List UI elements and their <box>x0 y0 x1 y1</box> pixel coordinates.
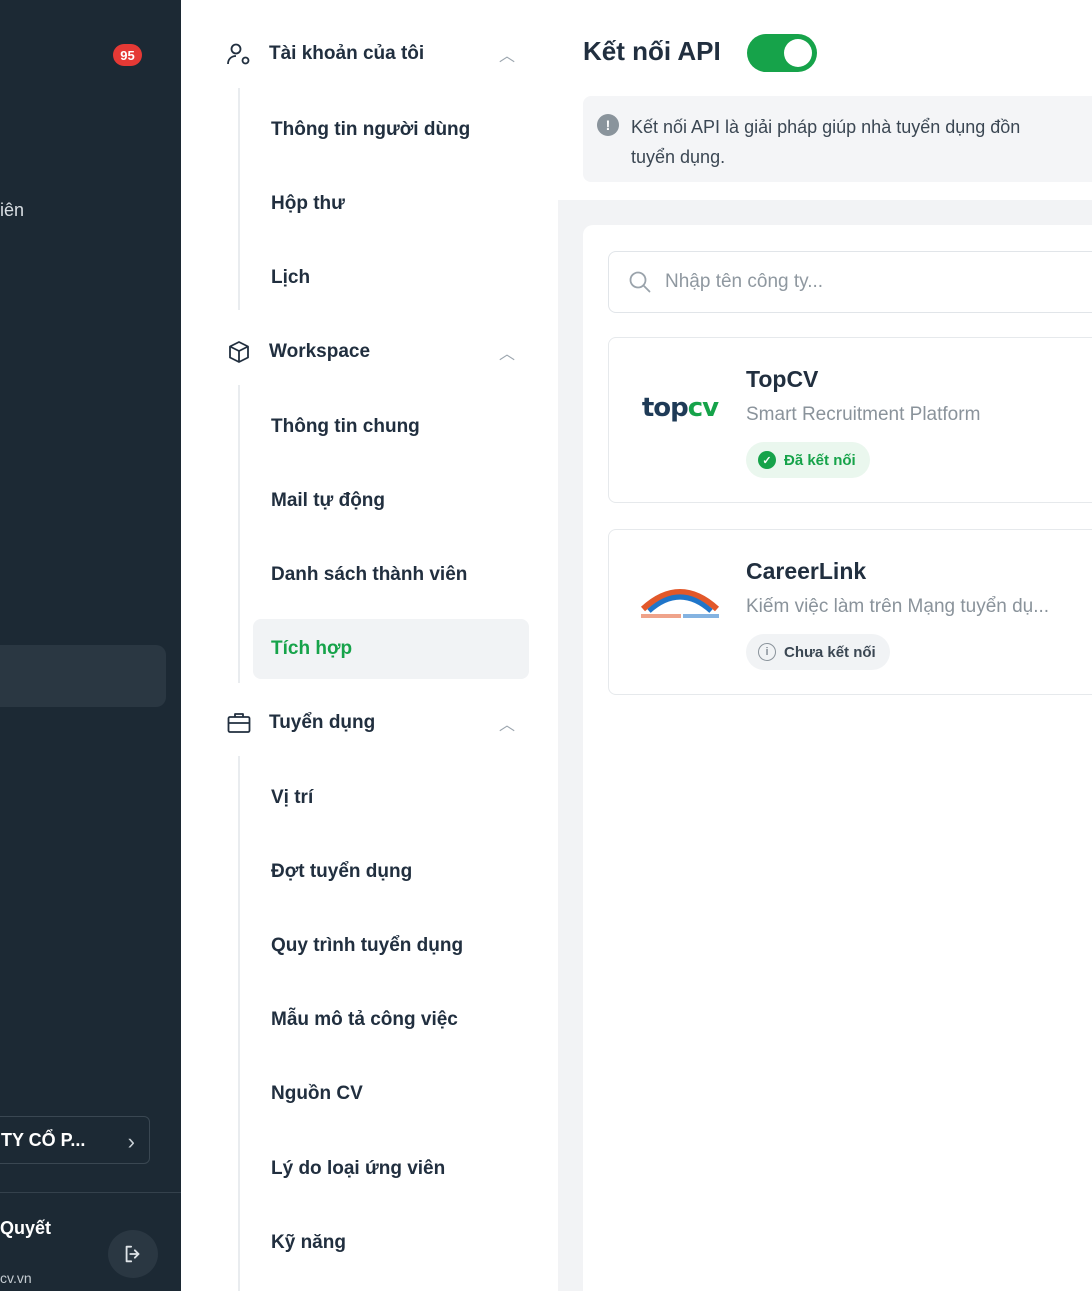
nav-group-workspace[interactable]: Workspace ︿ <box>225 338 515 366</box>
status-text: Đã kết nối <box>784 451 856 469</box>
logout-button[interactable] <box>108 1230 158 1278</box>
nav-item-members[interactable]: Danh sách thành viên <box>253 545 529 605</box>
nav-group-title: Tài khoản của tôi <box>269 43 425 64</box>
topcv-logo: topcv <box>641 393 719 423</box>
check-circle-icon: ✓ <box>758 451 776 469</box>
nav-group-title: Workspace <box>269 341 371 362</box>
nav-item-calendar[interactable]: Lịch <box>253 248 529 308</box>
logout-icon <box>125 1245 140 1263</box>
user-email: cv.vn <box>0 1270 32 1286</box>
nav-item-integration[interactable]: Tích hợp <box>253 619 529 679</box>
sidebar-divider <box>0 1192 181 1193</box>
info-circle-icon: i <box>758 643 776 661</box>
nav-group-title: Tuyển dụng <box>269 712 376 733</box>
settings-nav: Tài khoản của tôi ︿ Thông tin người dùng… <box>181 0 558 1291</box>
integrations-panel: topcv TopCV Smart Recruitment Platform ✓… <box>583 225 1092 1291</box>
info-icon: ! <box>597 114 619 136</box>
company-switcher-button[interactable]: TY CỔ P... › <box>0 1116 150 1164</box>
chevron-up-icon: ︿ <box>498 717 515 734</box>
nav-item-rejection-reasons[interactable]: Lý do loại ứng viên <box>253 1139 529 1199</box>
nav-item-skills[interactable]: Kỹ năng <box>253 1213 529 1273</box>
nav-item-position[interactable]: Vị trí <box>253 768 529 828</box>
nav-item-cv-source[interactable]: Nguồn CV <box>253 1064 529 1124</box>
nav-item-recruitment-process[interactable]: Quy trình tuyển dụng <box>253 916 529 976</box>
app-root: 95 iên TY CỔ P... › Quyết cv.vn Tài khoả… <box>0 0 1092 1291</box>
user-settings-icon <box>225 40 253 68</box>
nav-item-auto-mail[interactable]: Mail tự động <box>253 471 529 531</box>
integration-card-careerlink[interactable]: CareerLink Kiếm việc làm trên Mạng tuyển… <box>608 529 1092 695</box>
status-text: Chưa kết nối <box>784 643 876 661</box>
sidebar-item-settings-active[interactable] <box>0 645 166 707</box>
nav-group-line <box>238 385 240 683</box>
user-name: Quyết <box>0 1218 52 1238</box>
chevron-up-icon: ︿ <box>498 346 515 363</box>
main-content: Kết nối API ! Kết nối API là giải pháp g… <box>558 0 1092 1291</box>
briefcase-icon <box>225 709 253 737</box>
nav-group-line <box>238 756 240 1291</box>
search-input[interactable] <box>665 271 1065 293</box>
notification-badge: 95 <box>113 44 142 66</box>
nav-group-recruitment[interactable]: Tuyển dụng ︿ <box>225 709 515 737</box>
nav-item-user-info[interactable]: Thông tin người dùng <box>253 100 529 160</box>
toggle-knob <box>784 39 812 67</box>
integration-card-topcv[interactable]: topcv TopCV Smart Recruitment Platform ✓… <box>608 337 1092 503</box>
chevron-up-icon: ︿ <box>498 48 515 65</box>
cube-icon <box>225 338 253 366</box>
main-sidebar: 95 iên TY CỔ P... › Quyết cv.vn <box>0 0 181 1291</box>
integration-name: TopCV <box>746 366 819 392</box>
company-name: TY CỔ P... <box>1 1129 86 1150</box>
page-title: Kết nối API <box>583 36 721 66</box>
api-toggle[interactable] <box>747 34 817 72</box>
info-text-line1: Kết nối API là giải pháp giúp nhà tuyển … <box>631 117 1021 137</box>
nav-item-job-templates[interactable]: Mẫu mô tả công việc <box>253 990 529 1050</box>
integration-description: Smart Recruitment Platform <box>746 404 981 425</box>
status-badge: ✓ Đã kết nối <box>746 442 870 478</box>
nav-group-line <box>238 88 240 310</box>
info-text-line2: tuyển dụng. <box>631 147 726 167</box>
nav-group-account[interactable]: Tài khoản của tôi ︿ <box>225 40 515 68</box>
nav-item-recruitment-round[interactable]: Đợt tuyển dụng <box>253 842 529 902</box>
info-banner: ! Kết nối API là giải pháp giúp nhà tuyể… <box>583 96 1092 182</box>
search-icon <box>629 271 651 293</box>
integration-description: Kiếm việc làm trên Mạng tuyển dụ... <box>746 596 1050 617</box>
careerlink-logo <box>635 570 725 630</box>
sidebar-item-label[interactable]: iên <box>0 200 24 221</box>
company-search[interactable] <box>608 251 1092 313</box>
nav-item-inbox[interactable]: Hộp thư <box>253 174 529 234</box>
nav-item-general-info[interactable]: Thông tin chung <box>253 397 529 457</box>
integration-name: CareerLink <box>746 558 867 584</box>
chevron-right-icon: › <box>127 1129 135 1154</box>
status-badge: i Chưa kết nối <box>746 634 890 670</box>
